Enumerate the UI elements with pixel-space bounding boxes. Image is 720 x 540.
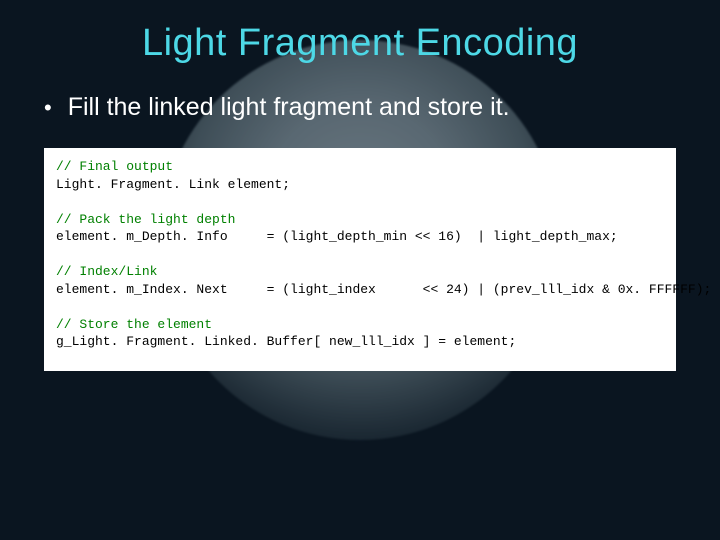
code-blank [56,193,664,211]
code-line: element. m_Index. Next = (light_index <<… [56,281,664,299]
code-line: // Store the element [56,316,664,334]
code-line: // Pack the light depth [56,211,664,229]
code-line: g_Light. Fragment. Linked. Buffer[ new_l… [56,333,664,351]
code-blank [56,298,664,316]
code-line: // Final output [56,158,664,176]
code-blank [56,246,664,264]
bullet-dot-icon: • [44,97,52,119]
code-comment: // Pack the light depth [56,212,235,227]
bullet-item: • Fill the linked light fragment and sto… [44,93,676,122]
code-line: // Index/Link [56,263,664,281]
code-line: Light. Fragment. Link element; [56,176,664,194]
code-line: element. m_Depth. Info = (light_depth_mi… [56,228,664,246]
bullet-text: Fill the linked light fragment and store… [68,93,510,122]
code-block: // Final output Light. Fragment. Link el… [44,148,676,371]
code-comment: // Store the element [56,317,212,332]
code-comment: // Index/Link [56,264,157,279]
slide-title: Light Fragment Encoding [44,22,676,65]
code-comment: // Final output [56,159,173,174]
slide-content: Light Fragment Encoding • Fill the linke… [0,0,720,371]
